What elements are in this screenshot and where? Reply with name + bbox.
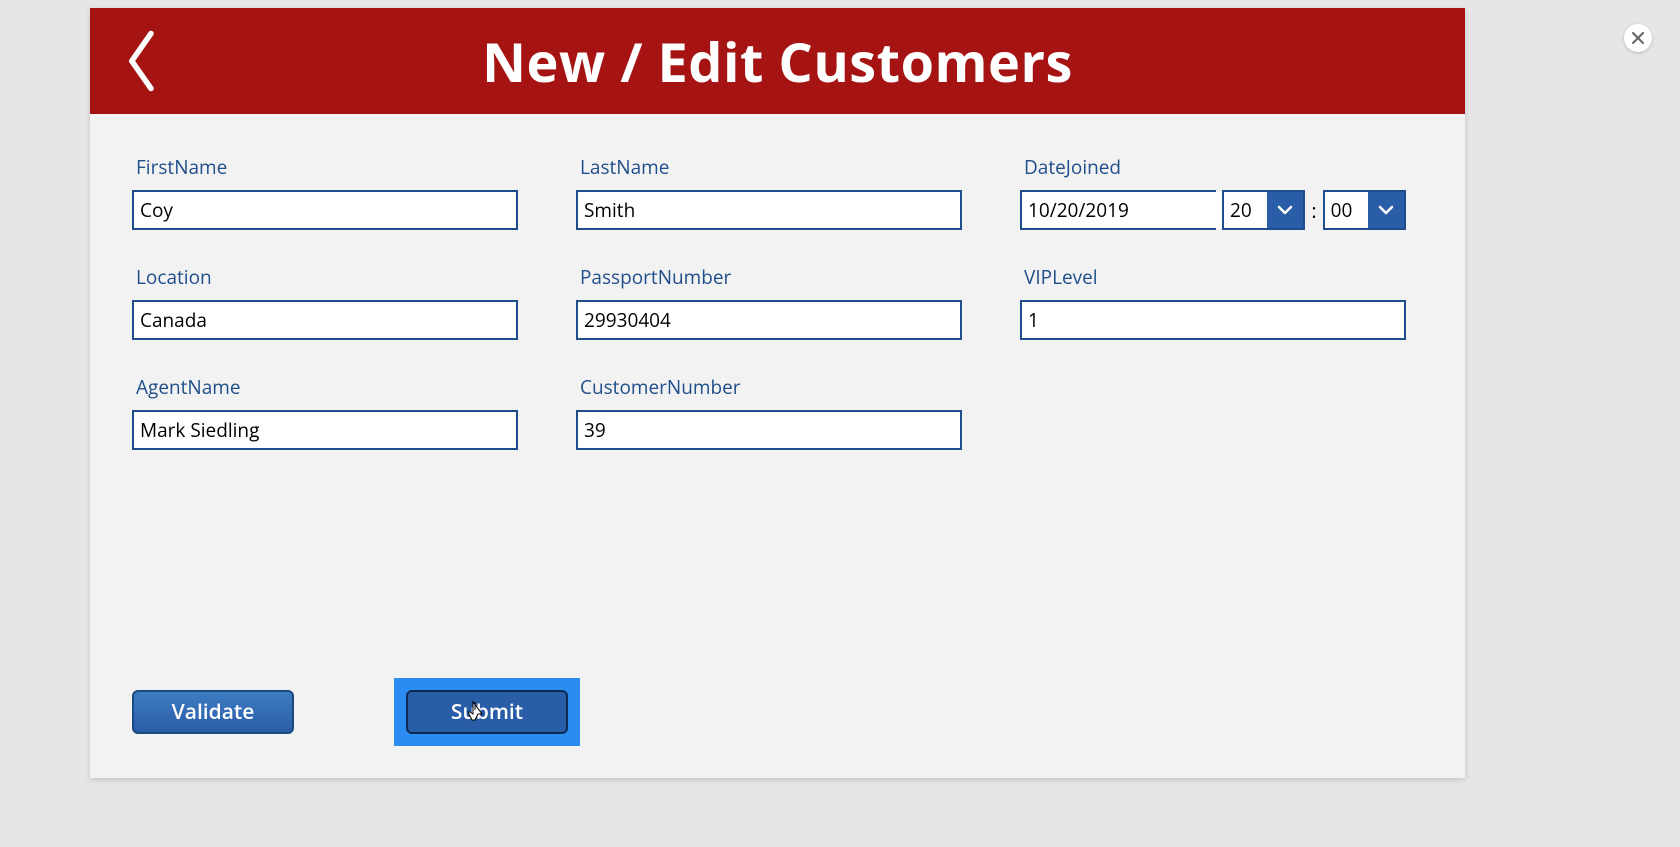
input-customernumber[interactable]	[576, 410, 962, 450]
label-passportnumber: PassportNumber	[576, 264, 962, 290]
input-viplevel[interactable]	[1020, 300, 1406, 340]
submit-focus-ring: Submit	[394, 678, 580, 746]
label-customernumber: CustomerNumber	[576, 374, 962, 400]
label-agentname: AgentName	[132, 374, 518, 400]
field-firstname: FirstName	[132, 154, 518, 230]
close-icon	[1632, 32, 1644, 44]
chevron-down-icon	[1276, 201, 1294, 219]
form-grid: FirstName LastName DateJoined	[132, 154, 1423, 450]
field-customernumber: CustomerNumber	[576, 374, 962, 450]
chevron-down-icon	[1377, 201, 1395, 219]
chevron-left-icon	[123, 28, 157, 94]
input-passportnumber[interactable]	[576, 300, 962, 340]
input-agentname[interactable]	[132, 410, 518, 450]
field-agentname: AgentName	[132, 374, 518, 450]
submit-button[interactable]: Submit	[406, 690, 568, 734]
label-firstname: FirstName	[132, 154, 518, 180]
validate-button[interactable]: Validate	[132, 690, 294, 734]
field-passportnumber: PassportNumber	[576, 264, 962, 340]
field-viplevel: VIPLevel	[1020, 264, 1406, 340]
time-separator: :	[1311, 197, 1316, 224]
label-lastname: LastName	[576, 154, 962, 180]
input-location[interactable]	[132, 300, 518, 340]
minute-select[interactable]: 00	[1323, 190, 1406, 230]
field-datejoined: DateJoined 20	[1020, 154, 1406, 230]
field-location: Location	[132, 264, 518, 340]
date-input-wrap	[1020, 190, 1216, 230]
minute-dropdown-button[interactable]	[1368, 192, 1404, 228]
button-row: Validate Submit	[132, 678, 580, 746]
datejoined-row: 20 : 00	[1020, 190, 1406, 230]
hour-value: 20	[1224, 192, 1267, 228]
hour-dropdown-button[interactable]	[1267, 192, 1303, 228]
label-location: Location	[132, 264, 518, 290]
field-lastname: LastName	[576, 154, 962, 230]
label-viplevel: VIPLevel	[1020, 264, 1406, 290]
page-title: New / Edit Customers	[482, 24, 1073, 98]
form-header: New / Edit Customers	[90, 8, 1465, 114]
label-datejoined: DateJoined	[1020, 154, 1406, 180]
input-firstname[interactable]	[132, 190, 518, 230]
close-button[interactable]	[1624, 24, 1652, 52]
minute-value: 00	[1325, 192, 1368, 228]
input-lastname[interactable]	[576, 190, 962, 230]
hour-select[interactable]: 20	[1222, 190, 1305, 230]
form-body: FirstName LastName DateJoined	[90, 114, 1465, 450]
back-button[interactable]	[120, 26, 160, 96]
